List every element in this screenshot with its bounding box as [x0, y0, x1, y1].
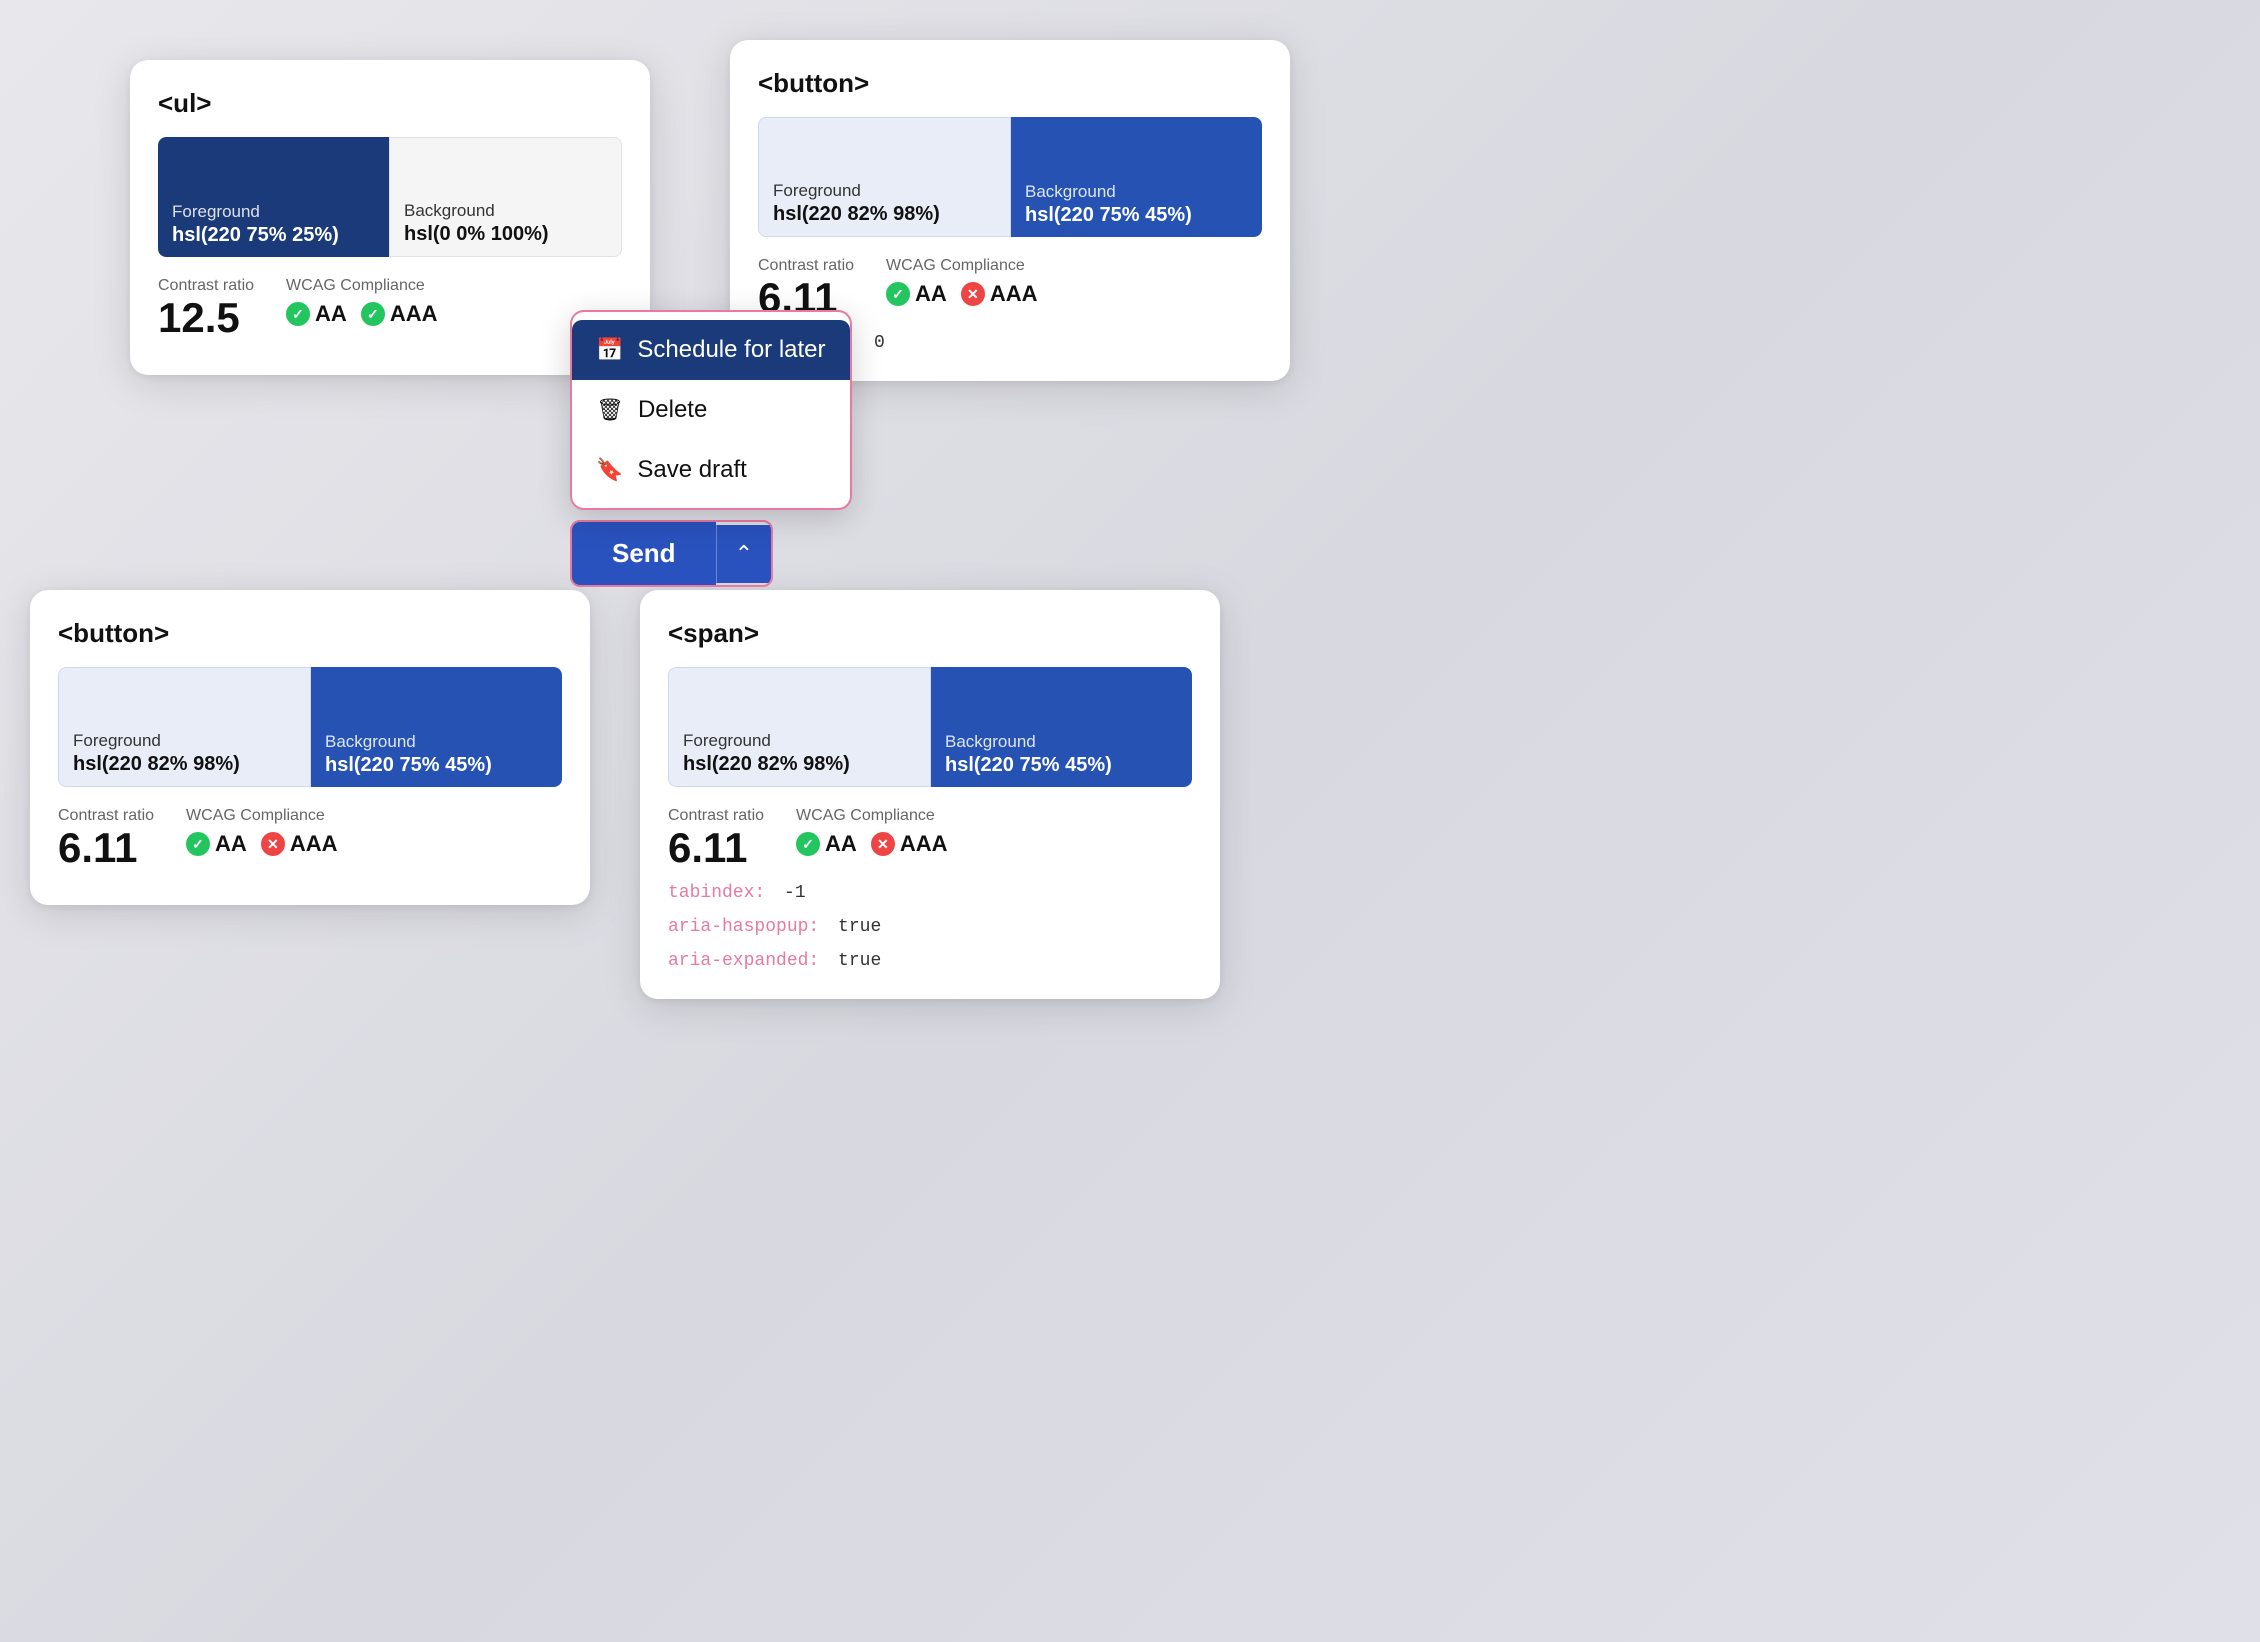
swatch-bg-label-btn-bl: Background — [325, 732, 548, 752]
contrast-label-span: Contrast ratio — [668, 807, 764, 825]
badge-aaa-icon-ul: ✓ — [361, 302, 385, 326]
contrast-label-ul: Contrast ratio — [158, 277, 254, 295]
swatch-bg-btn-bl: Background hsl(220 75% 45%) — [311, 667, 562, 787]
swatch-bg-value-btn-top: hsl(220 75% 45%) — [1025, 204, 1248, 227]
swatch-bg-button-top: Background hsl(220 75% 45%) — [1011, 117, 1262, 237]
wcag-label-btn-bl: WCAG Compliance — [186, 807, 337, 825]
swatch-foreground-ul: Foreground hsl(220 75% 25%) — [158, 137, 389, 257]
swatch-fg-label-ul: Foreground — [172, 202, 375, 222]
dropdown-delete-label: Delete — [638, 396, 707, 424]
attr-row-haspopup-span: aria-haspopup: true — [668, 917, 1192, 937]
badge-aaa-span: ✕ AAA — [871, 831, 948, 857]
badge-aaa-btn-bl: ✕ AAA — [261, 831, 338, 857]
wcag-badges-btn-bl: ✓ AA ✕ AAA — [186, 831, 337, 857]
card-tag-span: <span> — [668, 618, 1192, 649]
swatch-bg-label-span: Background — [945, 732, 1178, 752]
send-button[interactable]: Send — [572, 522, 716, 585]
badge-aaa-icon-btn-top: ✕ — [961, 282, 985, 306]
swatch-fg-value-btn-bl: hsl(220 82% 98%) — [73, 753, 296, 776]
attr-value-expanded: true — [838, 951, 881, 971]
swatch-bg-value-btn-bl: hsl(220 75% 45%) — [325, 754, 548, 777]
contrast-value-ul: 12.5 — [158, 297, 254, 339]
contrast-value-span: 6.11 — [668, 827, 764, 869]
badge-aa-btn-top: ✓ AA — [886, 281, 947, 307]
badge-aaa-btn-top: ✕ AAA — [961, 281, 1038, 307]
swatch-bg-span: Background hsl(220 75% 45%) — [931, 667, 1192, 787]
color-swatches-btn-bl: Foreground hsl(220 82% 98%) Background h… — [58, 667, 562, 787]
dropdown-schedule-label: Schedule for later — [637, 336, 825, 364]
attr-value-haspopup: true — [838, 917, 881, 937]
card-tag-ul: <ul> — [158, 88, 622, 119]
dropdown-item-save-draft[interactable]: 🔖 Save draft — [572, 440, 850, 500]
calendar-icon: 📅 — [596, 337, 623, 363]
swatch-fg-label-btn-top: Foreground — [773, 181, 996, 201]
swatch-fg-label-btn-bl: Foreground — [73, 731, 296, 751]
swatch-bg-value-span: hsl(220 75% 45%) — [945, 754, 1178, 777]
wcag-badges-btn-top: ✓ AA ✕ AAA — [886, 281, 1037, 307]
color-swatches-ul: Foreground hsl(220 75% 25%) Background h… — [158, 137, 622, 257]
badge-aaa-icon-btn-bl: ✕ — [261, 832, 285, 856]
contrast-value-btn-bl: 6.11 — [58, 827, 154, 869]
card-tag-button-top: <button> — [758, 68, 1262, 99]
badge-aaa-ul: ✓ AAA — [361, 301, 438, 327]
swatch-fg-span: Foreground hsl(220 82% 98%) — [668, 667, 931, 787]
contrast-label-btn-top: Contrast ratio — [758, 257, 854, 275]
card-button-bottom-left: <button> Foreground hsl(220 82% 98%) Bac… — [30, 590, 590, 905]
wcag-label-span: WCAG Compliance — [796, 807, 947, 825]
card-span: <span> Foreground hsl(220 82% 98%) Backg… — [640, 590, 1220, 999]
attr-value-tabindex-span: -1 — [784, 883, 806, 903]
swatch-bg-label-ul: Background — [404, 201, 607, 221]
bookmark-icon: 🔖 — [596, 457, 623, 483]
swatch-bg-label-btn-top: Background — [1025, 182, 1248, 202]
badge-aa-btn-bl: ✓ AA — [186, 831, 247, 857]
swatch-fg-label-span: Foreground — [683, 731, 916, 751]
color-swatches-span: Foreground hsl(220 82% 98%) Background h… — [668, 667, 1192, 787]
attr-name-tabindex-span: tabindex: — [668, 883, 765, 903]
attr-row-tabindex-span: tabindex: -1 — [668, 883, 1192, 903]
badge-aa-ul: ✓ AA — [286, 301, 347, 327]
dropdown-item-schedule[interactable]: 📅 Schedule for later — [572, 320, 850, 380]
wcag-label-ul: WCAG Compliance — [286, 277, 437, 295]
metrics-btn-bl: Contrast ratio 6.11 WCAG Compliance ✓ AA… — [58, 807, 562, 869]
badge-aa-icon-span: ✓ — [796, 832, 820, 856]
attr-name-haspopup: aria-haspopup: — [668, 917, 819, 937]
badge-aa-icon-ul: ✓ — [286, 302, 310, 326]
swatch-background-ul: Background hsl(0 0% 100%) — [389, 137, 622, 257]
wcag-label-btn-top: WCAG Compliance — [886, 257, 1037, 275]
trash-icon: 🗑 — [596, 397, 624, 423]
contrast-block-btn-bl: Contrast ratio 6.11 — [58, 807, 154, 869]
swatch-fg-value-btn-top: hsl(220 82% 98%) — [773, 203, 996, 226]
swatch-fg-btn-bl: Foreground hsl(220 82% 98%) — [58, 667, 311, 787]
swatch-bg-value-ul: hsl(0 0% 100%) — [404, 223, 607, 246]
attr-name-expanded: aria-expanded: — [668, 951, 819, 971]
swatch-fg-value-span: hsl(220 82% 98%) — [683, 753, 916, 776]
attr-row-expanded-span: aria-expanded: true — [668, 951, 1192, 971]
dropdown-item-delete[interactable]: 🗑 Delete — [572, 380, 850, 440]
badge-aa-icon-btn-top: ✓ — [886, 282, 910, 306]
badge-aa-icon-btn-bl: ✓ — [186, 832, 210, 856]
swatch-fg-value-ul: hsl(220 75% 25%) — [172, 224, 375, 247]
dropdown-menu[interactable]: 📅 Schedule for later 🗑 Delete 🔖 Save dra… — [570, 310, 852, 510]
wcag-block-span: WCAG Compliance ✓ AA ✕ AAA — [796, 807, 947, 857]
dropdown-save-draft-label: Save draft — [637, 456, 746, 484]
attr-value-tabindex: 0 — [874, 333, 885, 353]
wcag-block-btn-bl: WCAG Compliance ✓ AA ✕ AAA — [186, 807, 337, 857]
metrics-span: Contrast ratio 6.11 WCAG Compliance ✓ AA… — [668, 807, 1192, 869]
contrast-block-span: Contrast ratio 6.11 — [668, 807, 764, 869]
wcag-block-ul: WCAG Compliance ✓ AA ✓ AAA — [286, 277, 437, 327]
card-tag-button-bl: <button> — [58, 618, 562, 649]
badge-aa-span: ✓ AA — [796, 831, 857, 857]
send-button-group[interactable]: Send ⌃ — [570, 520, 773, 587]
wcag-block-btn-top: WCAG Compliance ✓ AA ✕ AAA — [886, 257, 1037, 307]
contrast-block-ul: Contrast ratio 12.5 — [158, 277, 254, 339]
wcag-badges-span: ✓ AA ✕ AAA — [796, 831, 947, 857]
metrics-ul: Contrast ratio 12.5 WCAG Compliance ✓ AA… — [158, 277, 622, 339]
swatch-fg-button-top: Foreground hsl(220 82% 98%) — [758, 117, 1011, 237]
wcag-badges-ul: ✓ AA ✓ AAA — [286, 301, 437, 327]
color-swatches-button-top: Foreground hsl(220 82% 98%) Background h… — [758, 117, 1262, 237]
send-chevron-button[interactable]: ⌃ — [716, 525, 771, 583]
badge-aaa-icon-span: ✕ — [871, 832, 895, 856]
contrast-label-btn-bl: Contrast ratio — [58, 807, 154, 825]
